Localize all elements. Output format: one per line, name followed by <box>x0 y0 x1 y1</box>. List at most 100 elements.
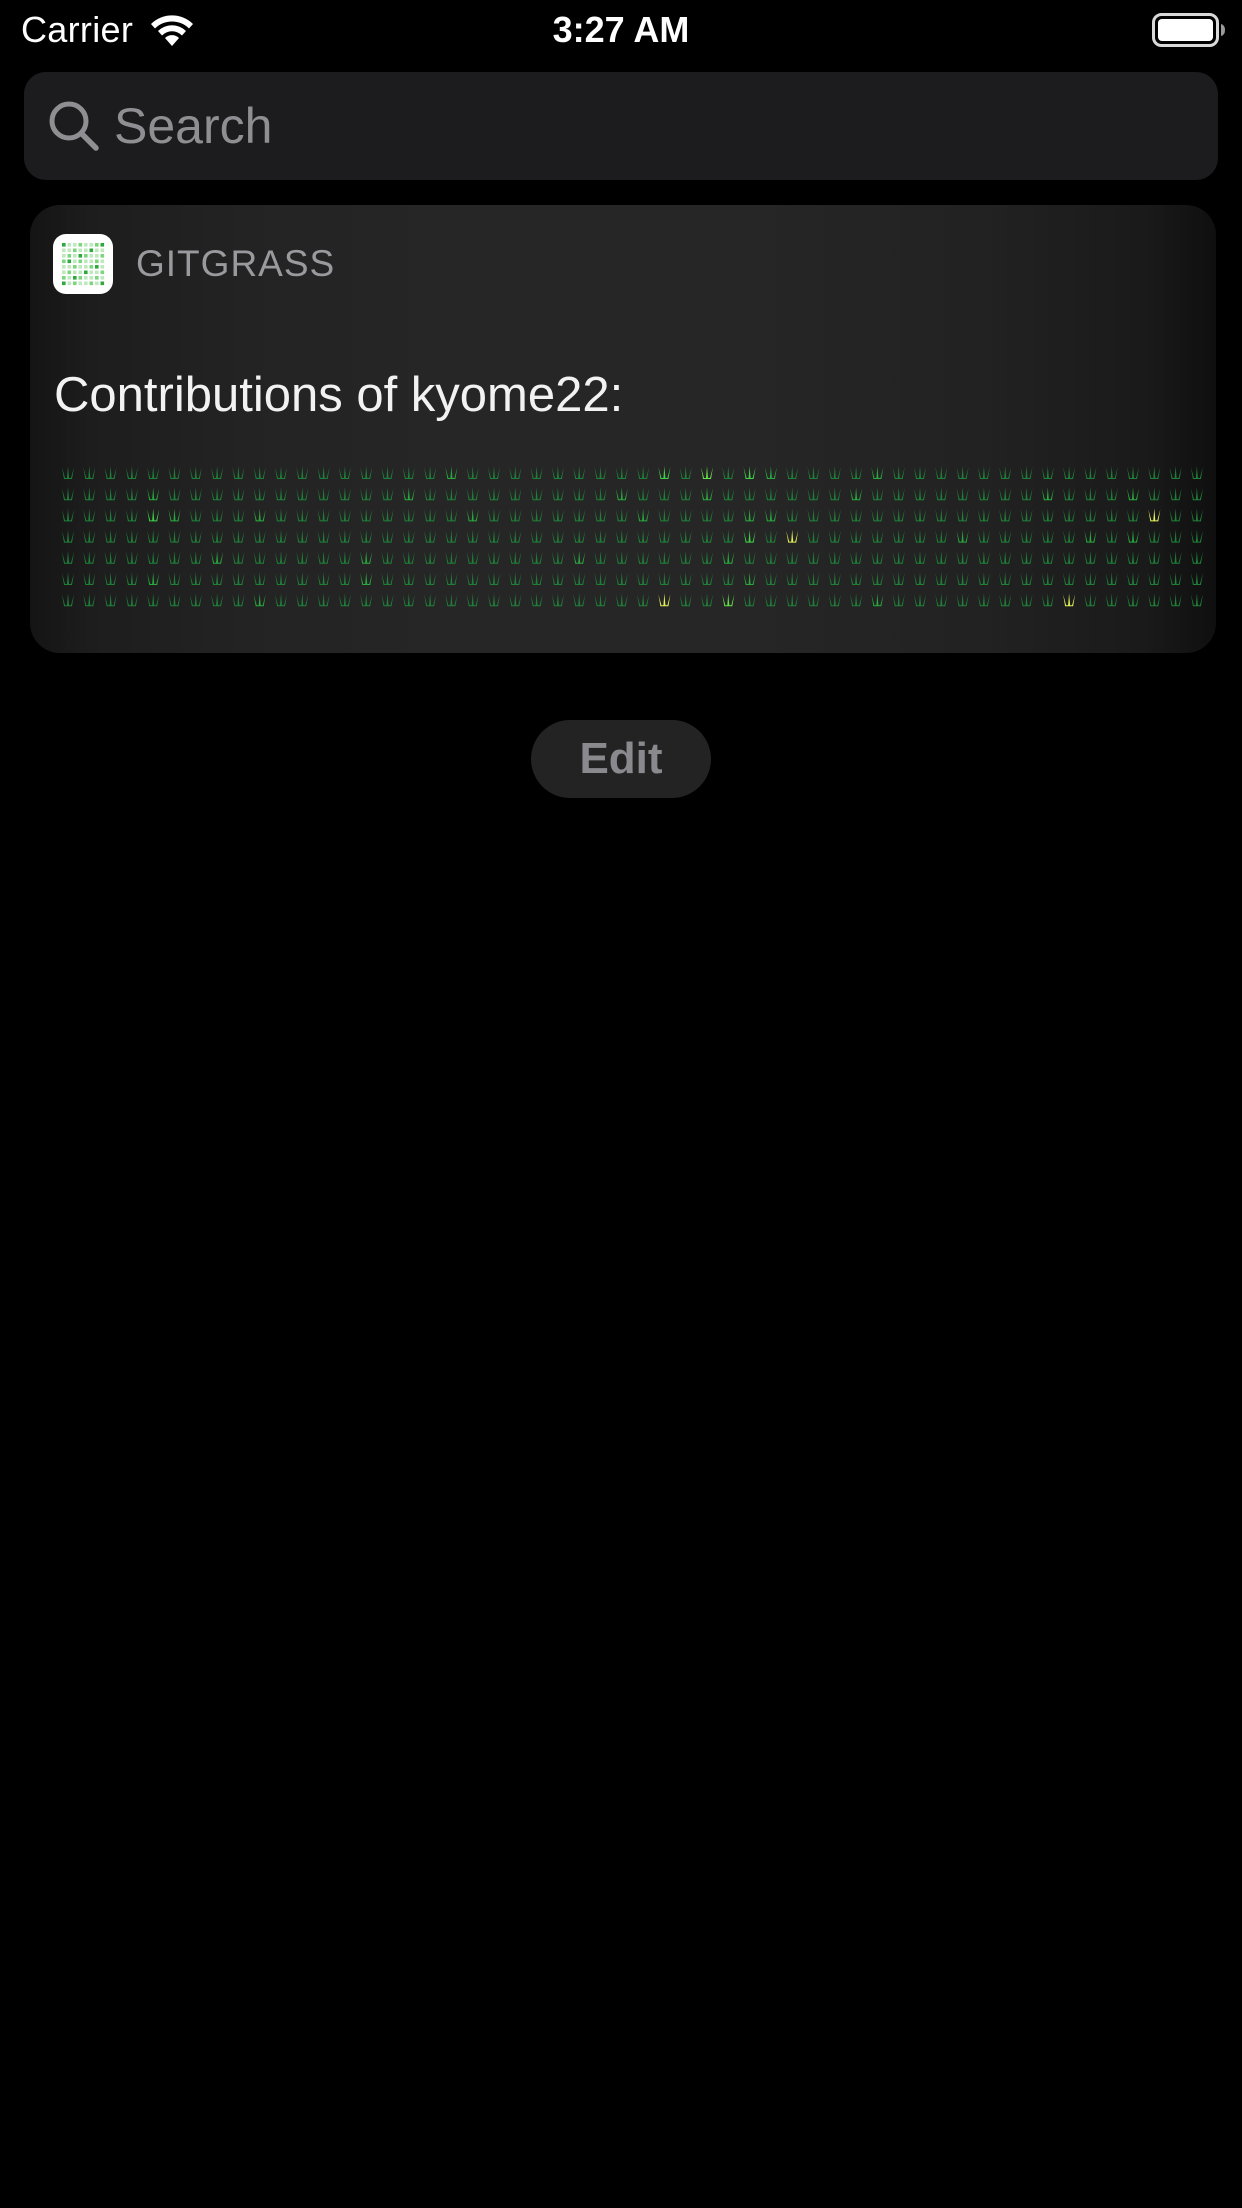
grass-tuft <box>253 487 266 501</box>
grass-tuft <box>1105 466 1118 479</box>
grass-tuft <box>999 529 1012 543</box>
grass-tuft <box>253 466 266 479</box>
search-icon <box>49 101 99 151</box>
grass-tuft <box>892 508 905 522</box>
grass-tuft <box>509 529 522 543</box>
grass-tuft <box>338 466 351 479</box>
grass-tuft <box>168 466 181 479</box>
grass-tuft <box>871 593 884 607</box>
grass-tuft <box>1041 529 1054 543</box>
grass-tuft <box>189 572 202 585</box>
grass-tuft <box>679 466 692 479</box>
grass-tuft <box>509 466 522 479</box>
grass-tuft <box>679 508 692 522</box>
grass-tuft <box>381 529 394 543</box>
grass-tuft <box>83 466 96 479</box>
grass-tuft <box>658 593 671 607</box>
grass-tuft <box>424 508 437 522</box>
grass-tuft <box>743 487 756 501</box>
grass-tuft <box>83 572 96 585</box>
grass-tuft <box>168 529 181 543</box>
contribution-grass-grid <box>62 466 1203 607</box>
grass-tuft <box>1127 466 1139 479</box>
grass-tuft <box>338 529 351 543</box>
grass-tuft <box>62 550 74 564</box>
grass-tuft <box>573 487 586 501</box>
widget-title: Contributions of kyome22: <box>54 368 624 422</box>
grass-tuft <box>402 529 415 543</box>
grass-tuft <box>999 572 1012 585</box>
grass-tuft <box>83 529 96 543</box>
grass-tuft <box>1169 593 1182 607</box>
grass-tuft <box>594 572 607 585</box>
grass-tuft <box>1063 508 1076 522</box>
grass-tuft <box>871 529 884 543</box>
grass-tuft <box>402 466 415 479</box>
grass-tuft <box>807 466 820 479</box>
grass-tuft <box>296 487 309 501</box>
grass-tuft <box>445 487 458 501</box>
grass-tuft <box>828 529 841 543</box>
grass-tuft <box>786 466 799 479</box>
grass-tuft <box>935 529 948 543</box>
grass-tuft <box>83 508 96 522</box>
grass-tuft <box>828 593 841 607</box>
grass-tuft <box>743 550 756 564</box>
grass-tuft <box>147 508 160 522</box>
grass-tuft <box>999 593 1012 607</box>
gitgrass-widget[interactable]: GITGRASS Contributions of kyome22: <box>30 205 1216 653</box>
status-bar: Carrier 3:27 AM <box>0 0 1242 62</box>
grass-tuft <box>850 572 863 585</box>
grass-tuft <box>381 572 394 585</box>
grass-tuft <box>551 466 564 479</box>
grass-tuft <box>445 550 458 564</box>
grass-tuft <box>764 593 777 607</box>
grass-tuft <box>488 550 500 564</box>
grass-tuft <box>658 572 671 585</box>
grass-tuft <box>871 508 884 522</box>
grass-tuft <box>296 593 309 607</box>
grass-tuft <box>786 508 799 522</box>
search-input[interactable] <box>114 72 1194 180</box>
grass-tuft <box>743 593 756 607</box>
grass-tuft <box>1105 487 1118 501</box>
grass-tuft <box>892 529 905 543</box>
grass-tuft <box>232 572 245 585</box>
grass-tuft <box>445 593 458 607</box>
grass-tuft <box>125 593 138 607</box>
grass-tuft <box>466 529 479 543</box>
grass-tuft <box>764 572 777 585</box>
grass-tuft <box>275 487 287 501</box>
grass-tuft <box>786 572 799 585</box>
grass-tuft <box>1084 529 1097 543</box>
grass-tuft <box>999 508 1012 522</box>
grass-tuft <box>381 508 394 522</box>
grass-tuft <box>1020 550 1033 564</box>
grass-tuft <box>1105 529 1118 543</box>
grass-tuft <box>722 593 735 607</box>
edit-button[interactable]: Edit <box>531 720 711 798</box>
grass-tuft <box>764 487 777 501</box>
grass-tuft <box>211 572 224 585</box>
grass-tuft <box>253 593 266 607</box>
search-bar[interactable] <box>24 72 1218 180</box>
grass-tuft <box>637 572 650 585</box>
grass-tuft <box>253 529 266 543</box>
grass-tuft <box>125 550 138 564</box>
grass-tuft <box>935 572 948 585</box>
grass-tuft <box>1127 508 1139 522</box>
grass-tuft <box>104 508 117 522</box>
grass-tuft <box>381 466 394 479</box>
grass-tuft <box>807 529 820 543</box>
grass-tuft <box>360 487 373 501</box>
grass-tuft <box>466 593 479 607</box>
grass-tuft <box>807 487 820 501</box>
grass-tuft <box>125 508 138 522</box>
grass-tuft <box>147 550 160 564</box>
grass-tuft <box>466 572 479 585</box>
grass-tuft <box>892 593 905 607</box>
grass-tuft <box>125 487 138 501</box>
grass-tuft <box>977 508 990 522</box>
grass-tuft <box>275 550 287 564</box>
grass-tuft <box>573 572 586 585</box>
